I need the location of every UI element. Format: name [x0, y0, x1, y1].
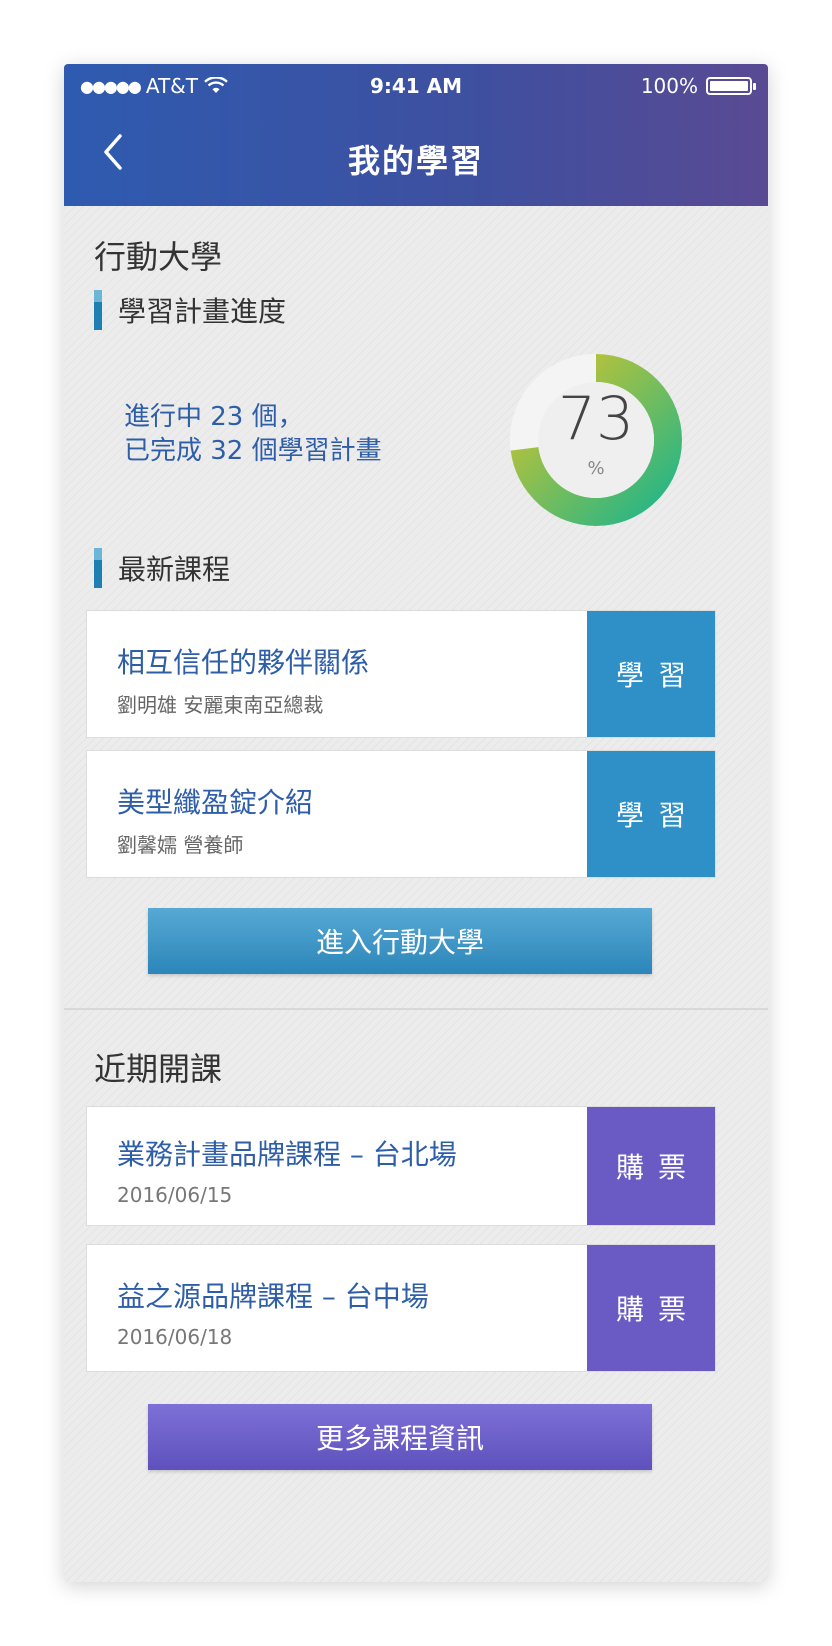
- progress-percent-value: 73: [557, 384, 635, 454]
- battery-status: 100%: [640, 74, 756, 98]
- battery-percent: 100%: [640, 74, 698, 98]
- progress-ring: 73 %: [510, 354, 682, 526]
- event-title: 益之源品牌課程 – 台中場: [117, 1280, 429, 1313]
- course-card[interactable]: 相互信任的夥伴關係 劉明雄 安麗東南亞總裁 學習: [86, 610, 716, 738]
- status-bar: ●●●●● AT&T 9:41 AM 100%: [64, 64, 768, 110]
- section-marker: [94, 548, 102, 588]
- study-button[interactable]: 學習: [587, 611, 715, 737]
- enter-mobile-university-button[interactable]: 進入行動大學: [148, 908, 652, 974]
- event-title: 業務計畫品牌課程 – 台北場: [117, 1138, 457, 1171]
- phone-screen: ●●●●● AT&T 9:41 AM 100% 我的學習 行動大學 學習計畫進度: [64, 64, 768, 1582]
- progress-percent-sign: %: [587, 458, 605, 479]
- event-date: 2016/06/18: [117, 1325, 233, 1349]
- plan-progress-section-title: 學習計畫進度: [94, 290, 286, 330]
- event-card[interactable]: 業務計畫品牌課程 – 台北場 2016/06/15 購票: [86, 1106, 716, 1226]
- section-marker: [94, 290, 102, 330]
- course-instructor: 劉明雄 安麗東南亞總裁: [117, 693, 324, 717]
- plan-progress-label: 學習計畫進度: [118, 295, 287, 328]
- buy-ticket-button[interactable]: 購票: [587, 1245, 715, 1371]
- navigation-bar: ●●●●● AT&T 9:41 AM 100% 我的學習: [64, 64, 768, 206]
- event-date: 2016/06/15: [117, 1183, 233, 1207]
- event-card[interactable]: 益之源品牌課程 – 台中場 2016/06/18 購票: [86, 1244, 716, 1372]
- buy-ticket-button[interactable]: 購票: [587, 1107, 715, 1225]
- in-progress-count: 進行中 23 個，: [124, 402, 304, 432]
- latest-courses-section-title: 最新課程: [94, 548, 230, 588]
- upcoming-courses-heading: 近期開課: [94, 1050, 223, 1088]
- page-title: 我的學習: [347, 142, 484, 180]
- latest-courses-label: 最新課程: [118, 553, 231, 586]
- completed-count: 已完成 32 個學習計畫: [124, 436, 382, 466]
- mobile-university-heading: 行動大學: [94, 238, 223, 276]
- section-divider: [64, 1008, 768, 1010]
- course-instructor: 劉馨嬬 營養師: [117, 833, 244, 857]
- course-card[interactable]: 美型纖盈錠介紹 劉馨嬬 營養師 學習: [86, 750, 716, 878]
- course-title: 相互信任的夥伴關係: [117, 646, 370, 679]
- plan-progress-summary: 進行中 23 個， 已完成 32 個學習計畫: [124, 400, 382, 468]
- battery-icon: [706, 77, 756, 95]
- course-title: 美型纖盈錠介紹: [117, 786, 314, 819]
- study-button[interactable]: 學習: [587, 751, 715, 877]
- more-course-info-button[interactable]: 更多課程資訊: [148, 1404, 652, 1470]
